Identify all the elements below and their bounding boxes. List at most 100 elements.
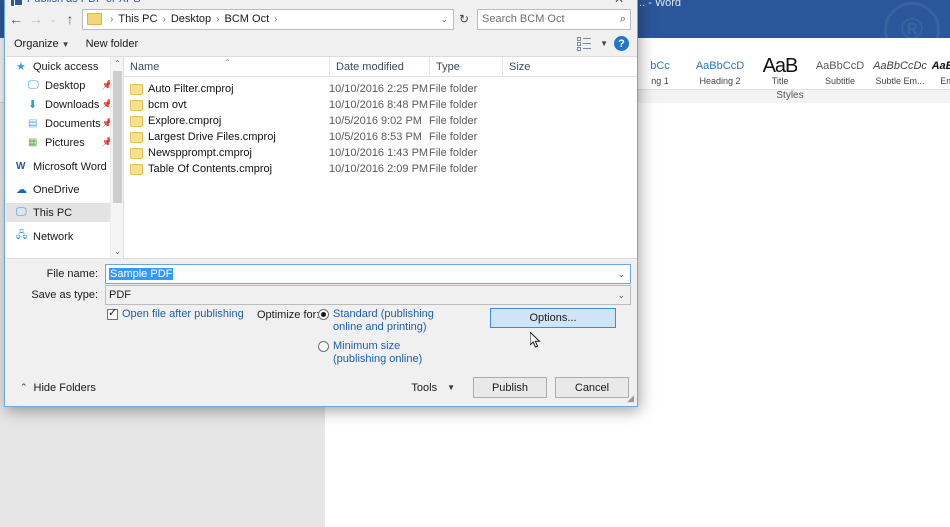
sidebar-item-label: This PC xyxy=(33,206,73,219)
sidebar-item-label: Network xyxy=(33,230,74,243)
style-preview: AaBbCcD xyxy=(815,60,865,72)
checkbox-box[interactable] xyxy=(107,307,118,320)
styles-gallery[interactable]: bCc ng 1 AaBbCcD Heading 2 AaB Title AaB… xyxy=(630,38,950,90)
style-item[interactable]: bCc ng 1 xyxy=(630,39,690,89)
sidebar-item-microsoft-word[interactable]: W Microsoft Word xyxy=(6,157,123,176)
back-button[interactable]: ← xyxy=(6,8,26,30)
close-icon[interactable]: ✕ xyxy=(611,0,627,6)
chevron-down-icon[interactable]: ⌄ xyxy=(440,14,451,25)
radio-button[interactable] xyxy=(318,309,329,320)
file-name-cell[interactable]: Largest Drive Files.cmproj xyxy=(124,131,329,143)
sidebar-item-desktop[interactable]: 🖵 Desktop 📌 xyxy=(6,76,123,95)
style-item[interactable]: AaBbCcDc Subtle Em... xyxy=(870,39,930,89)
folder-icon xyxy=(130,115,143,127)
table-row[interactable]: Explore.cmproj 10/5/2016 9:02 PM File fo… xyxy=(124,113,637,129)
search-icon: ⌕ xyxy=(619,12,626,25)
sidebar-item-downloads[interactable]: ⬇ Downloads 📌 xyxy=(6,95,123,114)
radio-minimum-size-label: Minimum size (publishing online) xyxy=(333,340,423,365)
sidebar-item-this-pc[interactable]: 🖵 This PC xyxy=(6,203,123,222)
scrollbar-thumb[interactable] xyxy=(113,71,122,203)
save-form-area: File name: Sample PDF ⌄ Save as type: PD… xyxy=(6,259,637,369)
change-view-icon[interactable] xyxy=(577,36,592,51)
file-name: Explore.cmproj xyxy=(148,115,222,127)
new-folder-button[interactable]: New folder xyxy=(78,38,147,50)
style-item[interactable]: AaB Title xyxy=(750,39,810,89)
dialog-title-bar: Publish as PDF or XPS ✕ xyxy=(5,0,637,7)
organize-button[interactable]: Organize ▼ xyxy=(6,38,78,50)
file-name-cell[interactable]: Table Of Contents.cmproj xyxy=(124,163,329,175)
address-bar[interactable]: › This PC › Desktop › BCM Oct › ⌄ xyxy=(82,8,454,30)
file-name-input[interactable]: Sample PDF ⌄ xyxy=(105,264,631,284)
style-preview: AaBbCcD xyxy=(695,60,745,72)
help-icon[interactable]: ? xyxy=(614,36,629,51)
column-header-type[interactable]: Type xyxy=(429,57,502,77)
table-row[interactable]: Table Of Contents.cmproj 10/10/2016 2:09… xyxy=(124,161,637,177)
breadcrumb-bcm-oct[interactable]: BCM Oct xyxy=(224,13,271,25)
column-header-size[interactable]: Size xyxy=(502,57,567,77)
hide-folders-button[interactable]: ⌃ Hide Folders xyxy=(20,382,96,394)
recent-locations-button[interactable]: ⌄ xyxy=(46,8,60,30)
refresh-icon[interactable]: ↻ xyxy=(454,8,474,30)
style-item[interactable]: AaBbCcD Heading 2 xyxy=(690,39,750,89)
chevron-down-icon: ▼ xyxy=(447,383,455,392)
sidebar-item-quick-access[interactable]: ★ Quick access xyxy=(6,57,123,76)
sidebar-item-onedrive[interactable]: ☁ OneDrive xyxy=(6,180,123,199)
chevron-down-icon: ▼ xyxy=(61,39,70,49)
style-caption: Emphasis xyxy=(940,76,950,86)
options-button[interactable]: Options... xyxy=(490,308,616,328)
resize-grip[interactable]: ◢ xyxy=(627,393,634,404)
downloads-icon: ⬇ xyxy=(28,99,38,111)
file-name: Auto Filter.cmproj xyxy=(148,83,234,95)
file-date: 10/5/2016 9:02 PM xyxy=(329,115,422,127)
file-type: File folder xyxy=(429,99,478,111)
breadcrumb-desktop[interactable]: Desktop xyxy=(170,13,212,25)
table-row[interactable]: Largest Drive Files.cmproj 10/5/2016 8:5… xyxy=(124,129,637,145)
style-item[interactable]: AaBbCcDc Emphasis xyxy=(930,39,950,89)
sidebar-item-label: Documents xyxy=(45,117,101,130)
radio-button[interactable] xyxy=(318,341,329,352)
style-caption: Subtitle xyxy=(824,76,856,86)
publish-button[interactable]: Publish xyxy=(473,377,547,398)
table-row[interactable]: Newspprompt.cmproj 10/10/2016 1:43 PM Fi… xyxy=(124,145,637,161)
style-item[interactable]: AaBbCcD Subtitle xyxy=(810,39,870,89)
onedrive-icon: ☁ xyxy=(16,184,27,196)
file-name-cell[interactable]: bcm ovt xyxy=(124,99,329,111)
sidebar-item-documents[interactable]: ▤ Documents 📌 xyxy=(6,114,123,133)
navigation-pane-scrollbar[interactable]: ⌃ ⌄ xyxy=(110,57,123,258)
table-row[interactable]: bcm ovt 10/10/2016 8:48 PM File folder xyxy=(124,97,637,113)
up-button[interactable]: ↑ xyxy=(60,8,80,30)
cancel-button[interactable]: Cancel xyxy=(555,377,629,398)
footer-button-group: Tools ▼ Publish Cancel xyxy=(401,377,637,398)
address-bar-row: ← → ⌄ ↑ › This PC › Desktop › BCM Oct › … xyxy=(6,7,637,31)
open-file-after-publishing-checkbox[interactable]: Open file after publishing xyxy=(107,307,244,321)
file-name-cell[interactable]: Auto Filter.cmproj xyxy=(124,83,329,95)
navigation-pane: ★ Quick access 🖵 Desktop 📌 ⬇ Downloads 📌… xyxy=(6,57,123,258)
radio-minimum-size[interactable]: Minimum size (publishing online) xyxy=(318,340,443,366)
file-list: Name Date modified Type Size ⌃ Auto Filt… xyxy=(124,57,637,258)
breadcrumb-this-pc[interactable]: This PC xyxy=(117,13,158,25)
style-preview: bCc xyxy=(650,60,670,72)
chevron-down-icon[interactable]: ▼ xyxy=(600,39,608,48)
screen: ... - Word ® bCc ng 1 AaBbCcD Heading 2 … xyxy=(0,0,950,527)
chevron-down-icon[interactable]: ⌄ xyxy=(617,269,627,280)
forward-button[interactable]: → xyxy=(26,8,46,30)
search-input[interactable]: Search BCM Oct ⌕ xyxy=(477,8,631,30)
style-caption: Heading 2 xyxy=(699,76,741,86)
toolbar-right-group: ▼ ? xyxy=(577,36,637,51)
breadcrumb-separator: › xyxy=(110,13,114,25)
radio-standard[interactable]: Standard (publishing online and printing… xyxy=(318,308,443,334)
save-as-type-select[interactable]: PDF ⌄ xyxy=(105,285,631,305)
column-header-date-modified[interactable]: Date modified xyxy=(329,57,429,77)
folder-icon xyxy=(130,147,143,159)
sidebar-item-network[interactable]: 🖧 Network xyxy=(6,227,123,246)
table-row[interactable]: Auto Filter.cmproj 10/10/2016 2:25 PM Fi… xyxy=(124,81,637,97)
organize-label: Organize xyxy=(14,37,59,50)
file-name-cell[interactable]: Newspprompt.cmproj xyxy=(124,147,329,159)
sidebar-item-pictures[interactable]: ▦ Pictures 📌 xyxy=(6,133,123,152)
file-name-value: Sample PDF xyxy=(109,268,174,280)
tools-button[interactable]: Tools ▼ xyxy=(401,382,465,394)
search-placeholder: Search BCM Oct xyxy=(482,13,565,25)
chevron-down-icon[interactable]: ⌄ xyxy=(617,290,627,301)
file-name-cell[interactable]: Explore.cmproj xyxy=(124,115,329,127)
hide-folders-label: Hide Folders xyxy=(33,381,96,394)
